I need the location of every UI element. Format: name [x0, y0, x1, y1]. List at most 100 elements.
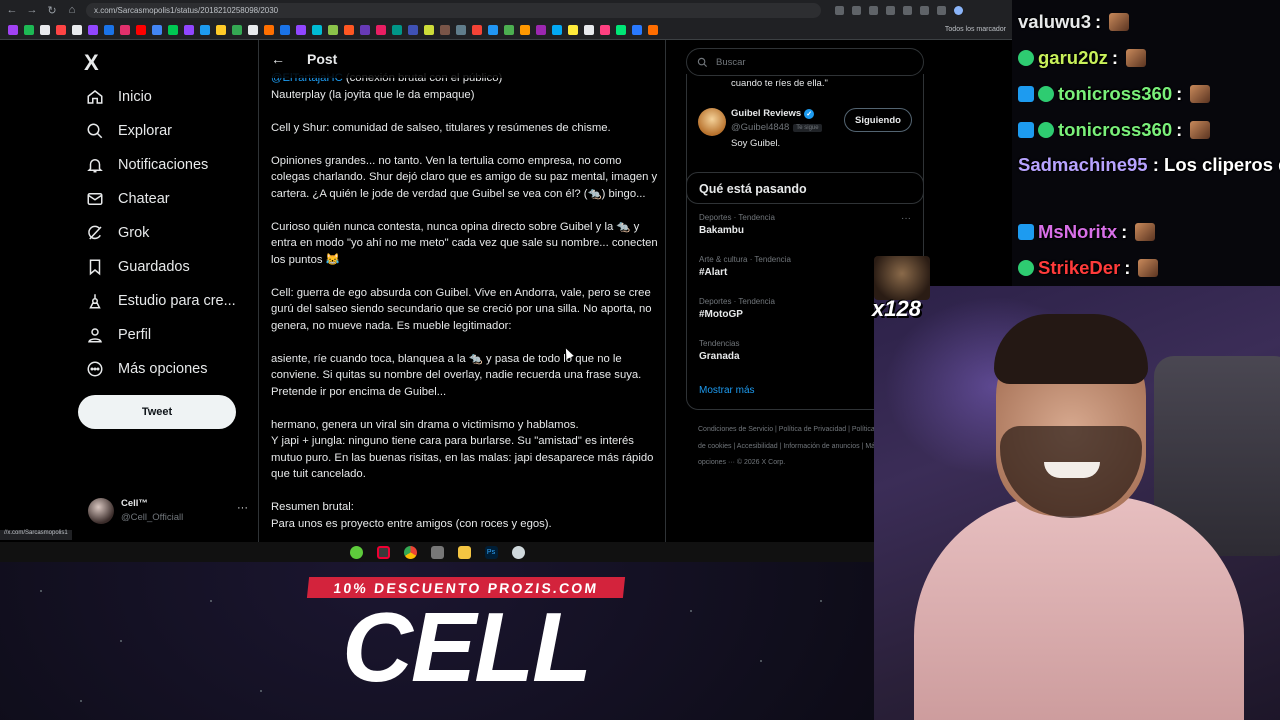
taskbar-app-icon[interactable]: [349, 545, 363, 559]
bookmark-icon-item[interactable]: [280, 24, 290, 35]
chat-message: tonicross360:: [1018, 76, 1280, 111]
sidebar-item-inicio[interactable]: Inicio: [86, 88, 152, 106]
show-more-link[interactable]: Mostrar más: [699, 385, 755, 396]
badge-icon: [1018, 223, 1034, 240]
footer-links[interactable]: Condiciones de Servicio | Política de Pr…: [698, 422, 882, 472]
back-icon[interactable]: ←: [6, 4, 18, 16]
bookmark-icon-item[interactable]: [408, 24, 418, 35]
extension-icon[interactable]: [869, 5, 878, 15]
bookmark-icon-item[interactable]: [296, 24, 306, 35]
bookmark-icon-item[interactable]: [152, 24, 162, 35]
sidebar-item-label: Chatear: [118, 191, 170, 207]
bookmark-icon-item[interactable]: [88, 24, 98, 35]
all-bookmarks-link[interactable]: Todos los marcador: [945, 26, 1006, 33]
bookmark-icon-item[interactable]: [632, 24, 642, 35]
bookmark-icon-item[interactable]: [440, 24, 450, 35]
bookmark-icon-item[interactable]: [456, 24, 466, 35]
bookmark-icon-item[interactable]: [24, 24, 34, 35]
sidebar-item-label: Más opciones: [118, 361, 208, 377]
bookmark-icon-item[interactable]: [472, 24, 482, 35]
sidebar-item-label: Estudio para cre...: [118, 293, 236, 309]
sidebar-item-guardados[interactable]: Guardados: [86, 258, 190, 276]
sidebar-item-notificaciones[interactable]: Notificaciones: [86, 156, 208, 174]
bookmark-icon-item[interactable]: [184, 24, 194, 35]
channel-logo: CELL: [342, 592, 592, 702]
chat-message: MsNoritx:: [1018, 214, 1280, 249]
status-bar-url: //x.com/Sarcasmopolis1: [0, 530, 72, 540]
trend-item[interactable]: Deportes · Tendencia Bakambu: [699, 213, 909, 236]
x-logo[interactable]: X: [84, 50, 99, 76]
bookmark-icon-item[interactable]: [600, 24, 610, 35]
sidebar-item-perfil[interactable]: Perfil: [86, 326, 151, 344]
post-body: @ElTartajaHC (conexión brutal con el púb…: [271, 70, 659, 542]
search-input[interactable]: Buscar: [686, 48, 924, 76]
taskbar-app-icon[interactable]: [511, 545, 525, 559]
bookmark-icon-item[interactable]: [72, 24, 82, 35]
bookmark-icon-item[interactable]: [344, 24, 354, 35]
chat-message: valuwu3:: [1018, 4, 1280, 39]
extension-icon[interactable]: [852, 5, 861, 15]
avatar[interactable]: [698, 108, 726, 136]
sidebar-item-estudio[interactable]: Estudio para cre...: [86, 292, 236, 310]
bookmark-icon-item[interactable]: [264, 24, 274, 35]
bookmark-icon-item[interactable]: [136, 24, 146, 35]
sidebar-item-explorar[interactable]: Explorar: [86, 122, 172, 140]
post-paragraph: asiente, ríe cuando toca, blanquea a la …: [271, 352, 642, 398]
extension-icon[interactable]: [903, 5, 912, 15]
sidebar-item-grok[interactable]: Grok: [86, 224, 149, 242]
bookmark-icon-item[interactable]: [56, 24, 66, 35]
bookmark-icon-item[interactable]: [376, 24, 386, 35]
bookmark-icon-item[interactable]: [488, 24, 498, 35]
forward-icon[interactable]: →: [26, 4, 38, 16]
bookmark-icon-item[interactable]: [216, 24, 226, 35]
account-switcher[interactable]: Cell™ @Cell_Officiall ···: [88, 496, 248, 528]
following-button[interactable]: Siguiendo: [844, 108, 912, 132]
more-circle-icon: [86, 360, 104, 378]
bookmark-icon-item[interactable]: [568, 24, 578, 35]
tweet-button[interactable]: Tweet: [78, 395, 236, 429]
profile-icon[interactable]: [954, 5, 963, 15]
x-sidebar: X Inicio Explorar Notificaciones Chatear…: [78, 44, 258, 544]
extension-icon[interactable]: [937, 5, 946, 15]
page-title: Post: [307, 51, 338, 67]
bookmark-icon-item[interactable]: [536, 24, 546, 35]
more-dots-icon[interactable]: ···: [237, 502, 248, 514]
taskbar-app-icon[interactable]: [376, 545, 390, 559]
sidebar-item-mas-opciones[interactable]: Más opciones: [86, 360, 207, 378]
sidebar-item-chatear[interactable]: Chatear: [86, 190, 170, 208]
bookmark-icon-item[interactable]: [232, 24, 242, 35]
address-bar[interactable]: x.com/Sarcasmopolis1/status/201821025809…: [86, 2, 821, 18]
bookmark-icon-item[interactable]: [200, 24, 210, 35]
folder-icon[interactable]: [457, 545, 471, 559]
user-name[interactable]: Guibel Reviews ✓: [731, 108, 815, 119]
bookmark-icon-item[interactable]: [424, 24, 434, 35]
bookmark-icon-item[interactable]: [584, 24, 594, 35]
post-paragraph: Curioso quién nunca contesta, nunca opin…: [271, 220, 658, 266]
bookmark-icon-item[interactable]: [360, 24, 370, 35]
home-nav-icon[interactable]: ⌂: [66, 4, 78, 16]
bookmark-icon-item[interactable]: [392, 24, 402, 35]
bookmark-icon-item[interactable]: [104, 24, 114, 35]
extension-icon[interactable]: [886, 5, 895, 15]
reload-icon[interactable]: ↻: [46, 4, 58, 17]
bookmark-icon-item[interactable]: [552, 24, 562, 35]
trends-title: Qué está pasando: [699, 182, 807, 196]
photoshop-icon[interactable]: Ps: [484, 545, 498, 559]
bookmark-icon-item[interactable]: [520, 24, 530, 35]
bookmark-icon-item[interactable]: [168, 24, 178, 35]
taskbar-app-icon[interactable]: [430, 545, 444, 559]
bookmark-icon-item[interactable]: [504, 24, 514, 35]
bookmark-icon-item[interactable]: [120, 24, 130, 35]
bookmark-icon-item[interactable]: [312, 24, 322, 35]
bookmark-icon-item[interactable]: [248, 24, 258, 35]
bookmark-icon-item[interactable]: [648, 24, 658, 35]
bookmark-icon-item[interactable]: [328, 24, 338, 35]
sidebar-item-label: Perfil: [118, 327, 152, 343]
bookmark-icon-item[interactable]: [8, 24, 18, 35]
extension-icon[interactable]: [920, 5, 929, 15]
extension-icon[interactable]: [835, 5, 844, 15]
back-arrow-icon[interactable]: ←: [271, 51, 285, 67]
bookmark-icon-item[interactable]: [40, 24, 50, 35]
bookmark-icon-item[interactable]: [616, 24, 626, 35]
chrome-icon[interactable]: [403, 545, 417, 559]
